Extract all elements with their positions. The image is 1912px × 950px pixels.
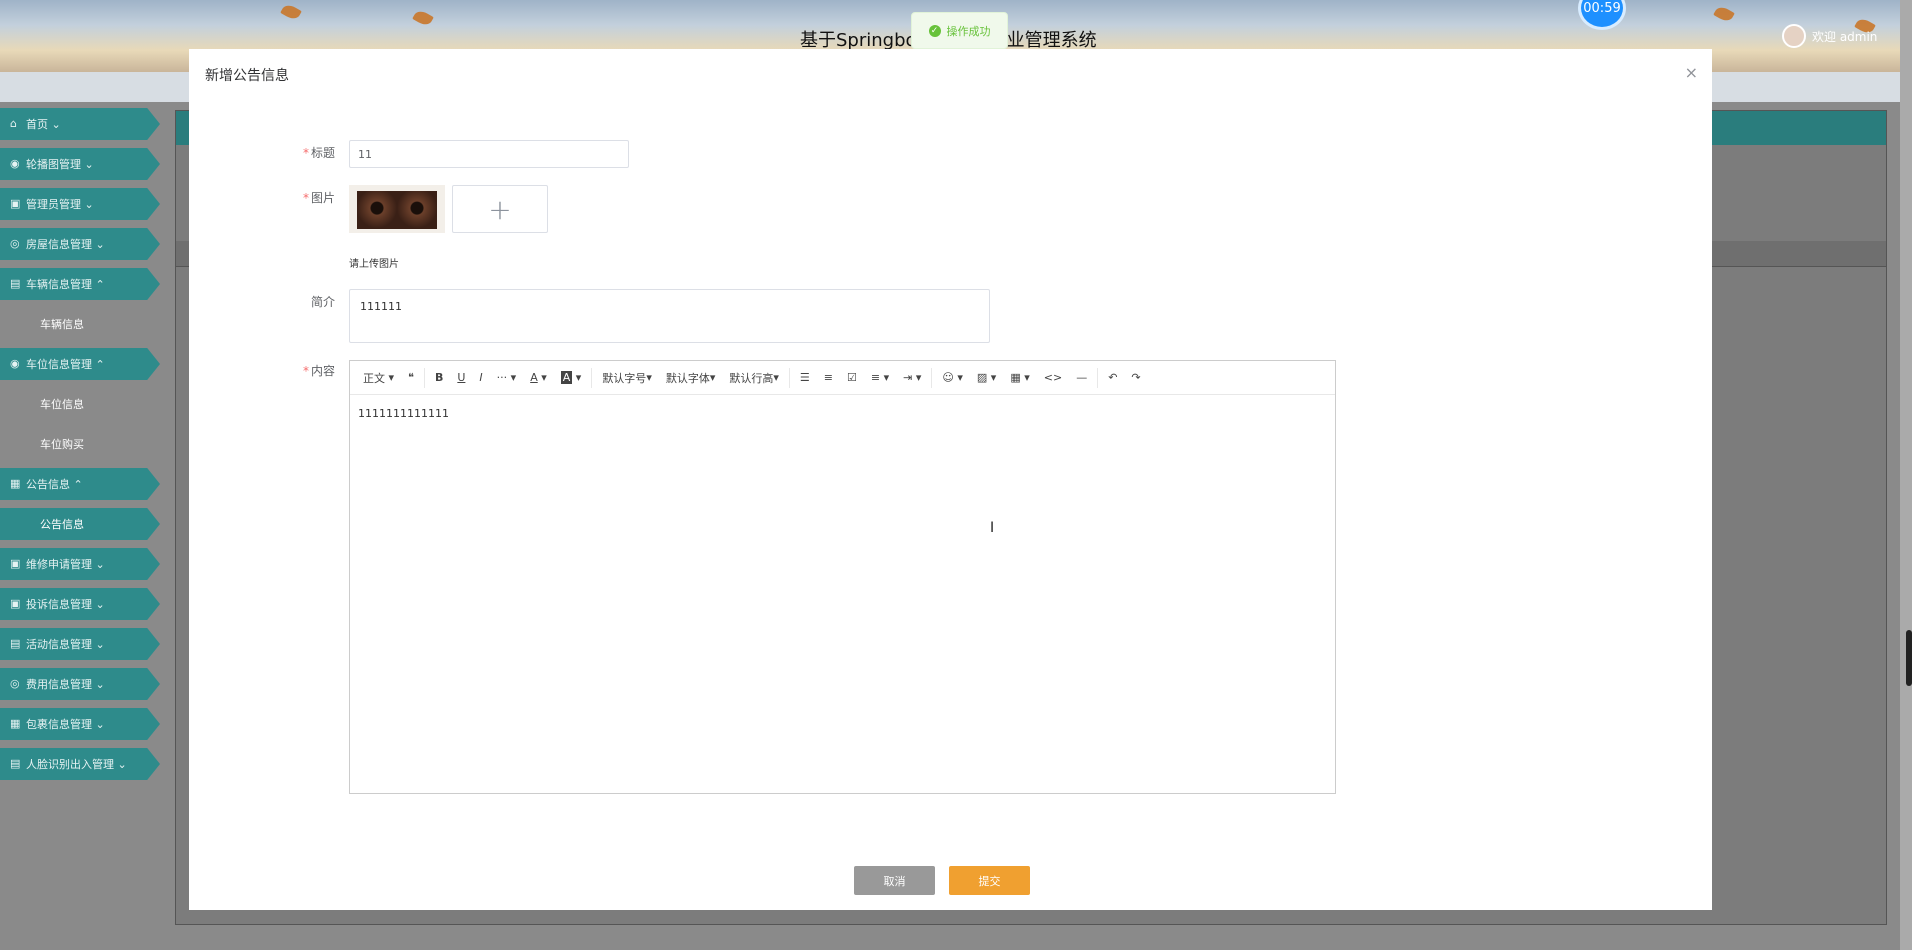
todo-icon[interactable]: ☑	[840, 361, 864, 395]
welcome-text: 欢迎 admin	[1812, 29, 1878, 44]
home-icon: ⌂	[10, 117, 17, 130]
summary-label: 简介	[310, 295, 335, 309]
content-label: * 内容	[302, 364, 335, 378]
user-area[interactable]: 欢迎 admin	[1782, 24, 1877, 48]
font-color-icon[interactable]: A ▾	[523, 361, 554, 395]
avatar[interactable]	[1782, 24, 1806, 48]
activity-icon: ▤	[10, 637, 21, 650]
nut-image	[357, 191, 397, 229]
sidebar-item-home[interactable]: ⌂ 首页 ⌄	[0, 108, 160, 140]
divider-icon[interactable]: —	[1069, 361, 1094, 395]
image-label: * 图片	[302, 191, 335, 205]
sidebar-item-face[interactable]: ▤ 人脸识别出入管理 ⌄	[0, 748, 160, 780]
line-height-dropdown[interactable]: 默认行高 ▾	[722, 361, 786, 395]
sidebar-item-package[interactable]: ▦ 包裹信息管理 ⌄	[0, 708, 160, 740]
close-icon[interactable]: ×	[1685, 63, 1698, 82]
italic-icon[interactable]: I	[472, 361, 489, 395]
sidebar-item-repair[interactable]: ▣ 维修申请管理 ⌄	[0, 548, 160, 580]
uploaded-image-thumbnail[interactable]	[349, 185, 445, 233]
table-icon[interactable]: ▦ ▾	[1003, 361, 1036, 395]
timer-badge: 00:59	[1578, 0, 1626, 30]
sidebar-item-notice[interactable]: ▦ 公告信息 ⌃	[0, 468, 160, 500]
bg-color-icon[interactable]: A ▾	[554, 361, 589, 395]
image-icon[interactable]: ▨ ▾	[970, 361, 1003, 395]
add-notice-dialog: 新增公告信息 × * 标题 11 * 图片 + 请上传图片 简介 111111 * 内…	[189, 49, 1712, 910]
upload-plus-button[interactable]: +	[452, 185, 548, 233]
sidebar-item-carousel[interactable]: ◉ 轮播图管理 ⌄	[0, 148, 160, 180]
toolbar-divider	[591, 367, 593, 388]
face-icon: ▤	[10, 757, 21, 770]
redo-icon[interactable]: ↷	[1124, 361, 1147, 395]
nut-image	[397, 191, 437, 229]
user-icon: ▣	[10, 197, 21, 210]
sidebar-item-fee[interactable]: ◎ 费用信息管理 ⌄	[0, 668, 160, 700]
toolbar-divider	[788, 367, 790, 388]
complaint-icon: ▣	[10, 597, 21, 610]
text-cursor-icon: I	[990, 520, 995, 536]
quote-icon[interactable]: ❝	[401, 361, 421, 395]
emoji-icon[interactable]: ☺ ▾	[935, 361, 970, 395]
sidebar-item-activity[interactable]: ▤ 活动信息管理 ⌄	[0, 628, 160, 660]
toast-text: 操作成功	[946, 24, 991, 38]
car-icon: ▤	[10, 277, 21, 290]
grid-icon: ▦	[10, 477, 21, 490]
sidebar-item-parking[interactable]: ◉ 车位信息管理 ⌃	[0, 348, 160, 380]
summary-textarea[interactable]: 111111	[349, 289, 990, 343]
bold-icon[interactable]: B	[428, 361, 450, 395]
font-size-dropdown[interactable]: 默认字号 ▾	[595, 361, 659, 395]
more-icon[interactable]: ··· ▾	[490, 361, 524, 395]
package-icon: ▦	[10, 717, 21, 730]
sidebar-subitem-parking-buy[interactable]: 车位购买	[0, 428, 160, 460]
sidebar-item-vehicle[interactable]: ▤ 车辆信息管理 ⌃	[0, 268, 160, 300]
toolbar-divider	[931, 367, 933, 388]
leaf-decoration	[1713, 4, 1735, 24]
bullet-list-icon[interactable]: ☰	[793, 361, 817, 395]
editor-content-text: 1111111111111	[358, 407, 449, 420]
title-input[interactable]: 11	[349, 140, 629, 168]
sidebar-subitem-notice-info[interactable]: 公告信息	[0, 508, 160, 540]
indent-icon[interactable]: ⇥ ▾	[896, 361, 928, 395]
align-icon[interactable]: ≡ ▾	[864, 361, 896, 395]
repair-icon: ▣	[10, 557, 21, 570]
editor-content-area[interactable]: 1111111111111	[350, 395, 1335, 432]
cancel-button[interactable]: 取消	[854, 866, 935, 895]
parking-icon: ◉	[10, 357, 20, 370]
house-icon: ◎	[10, 237, 20, 250]
sidebar-item-admin[interactable]: ▣ 管理员管理 ⌄	[0, 188, 160, 220]
underline-icon[interactable]: U	[450, 361, 472, 395]
upload-hint: 请上传图片	[349, 259, 399, 270]
page-scrollbar[interactable]	[1900, 0, 1912, 950]
code-icon[interactable]: <>	[1037, 361, 1069, 395]
leaf-decoration	[280, 2, 302, 22]
sidebar-subitem-vehicle-info[interactable]: 车辆信息	[0, 308, 160, 340]
sidebar-item-house[interactable]: ◎ 房屋信息管理 ⌄	[0, 228, 160, 260]
editor-toolbar: 正文 ▾ ❝ B U I ··· ▾ A ▾ A ▾ 默认字号 ▾ 默认字体 ▾ 默…	[350, 361, 1335, 395]
submit-button[interactable]: 提交	[949, 866, 1030, 895]
sidebar-item-complaint[interactable]: ▣ 投诉信息管理 ⌄	[0, 588, 160, 620]
scrollbar-thumb[interactable]	[1906, 630, 1912, 686]
toolbar-divider	[1097, 367, 1099, 388]
picture-icon: ◉	[10, 157, 20, 170]
title-label: * 标题	[302, 146, 335, 160]
font-family-dropdown[interactable]: 默认字体 ▾	[659, 361, 723, 395]
numbered-list-icon[interactable]: ≡	[817, 361, 840, 395]
toolbar-divider	[423, 367, 425, 388]
sidebar: ⌂ 首页 ⌄ ◉ 轮播图管理 ⌄ ▣ 管理员管理 ⌄ ◎ 房屋信息管理 ⌄ ▤ 车辆信息管…	[0, 108, 160, 788]
dialog-title: 新增公告信息	[205, 68, 289, 84]
leaf-decoration	[412, 8, 434, 28]
fee-icon: ◎	[10, 677, 20, 690]
undo-icon[interactable]: ↶	[1101, 361, 1124, 395]
heading-dropdown[interactable]: 正文 ▾	[356, 361, 401, 395]
rich-text-editor: 正文 ▾ ❝ B U I ··· ▾ A ▾ A ▾ 默认字号 ▾ 默认字体 ▾ 默…	[349, 360, 1336, 794]
success-toast: ✓ 操作成功	[911, 12, 1008, 49]
check-circle-icon: ✓	[928, 24, 941, 37]
sidebar-subitem-parking-info[interactable]: 车位信息	[0, 388, 160, 420]
